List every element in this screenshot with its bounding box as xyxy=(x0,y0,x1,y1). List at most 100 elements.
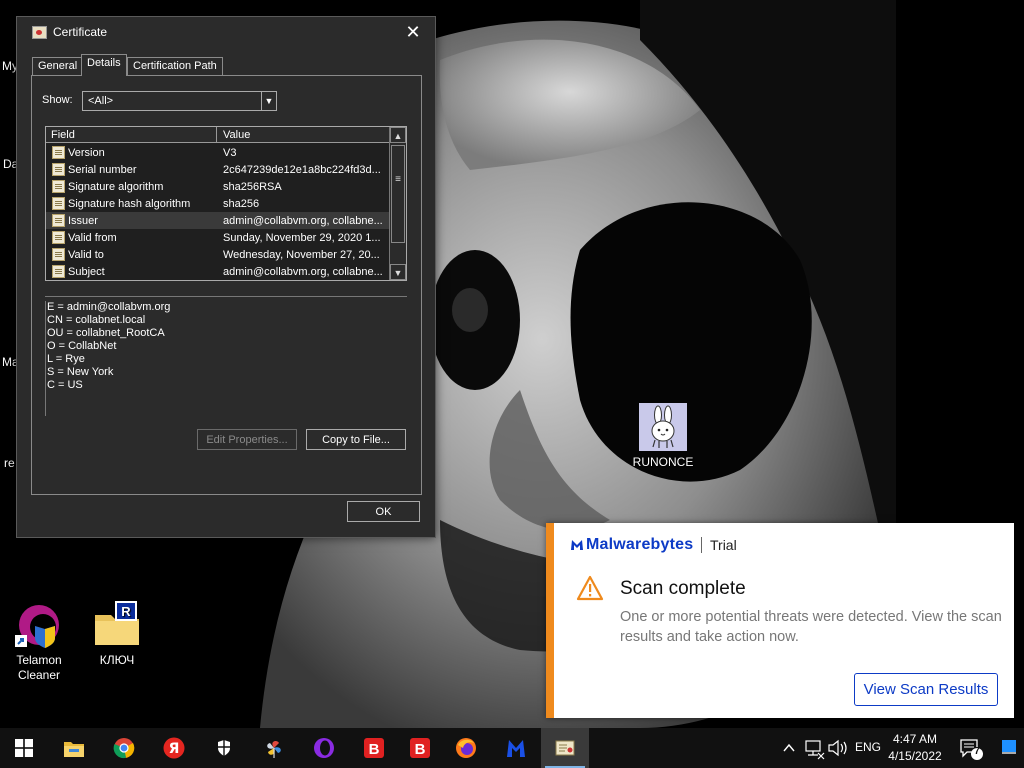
table-row[interactable]: Signature algorithm sha256RSA xyxy=(46,178,389,195)
row-value: admin@collabvm.org, collabne... xyxy=(223,266,383,278)
taskbar-brave[interactable]: B xyxy=(350,728,398,768)
taskbar-security-shield[interactable] xyxy=(200,728,248,768)
yandex-browser-icon: Я xyxy=(163,737,185,759)
field-detail-text[interactable]: E = admin@collabvm.org CN = collabnet.lo… xyxy=(45,301,407,416)
field-icon xyxy=(52,214,65,227)
table-row-selected[interactable]: Issuer admin@collabvm.org, collabne... xyxy=(46,212,389,229)
show-dropdown-value: <All> xyxy=(88,95,114,107)
brave-red-b-icon: B xyxy=(410,738,430,758)
detail-line: L = Rye xyxy=(47,353,85,365)
row-value: 2c647239de12e1a8bc224fd3d... xyxy=(223,164,381,176)
show-dropdown[interactable]: <All> ▼ xyxy=(82,91,277,111)
taskbar-yandex-browser[interactable]: Я xyxy=(150,728,198,768)
scroll-down-icon[interactable]: ▼ xyxy=(390,264,406,280)
vertical-scrollbar[interactable]: ▲ ≡ ▼ xyxy=(389,127,406,280)
desktop-icon-label: RUNONCE xyxy=(632,455,694,469)
chevron-up-icon xyxy=(783,743,795,752)
windows-logo-icon xyxy=(15,739,33,757)
taskbar: Я B B ENG 4:47 AM 4/15/2022 7 xyxy=(0,728,1024,768)
pinwheel-app-icon xyxy=(267,740,281,758)
brand-name: Malwarebytes xyxy=(586,536,694,553)
notification-count-badge: 7 xyxy=(974,746,980,757)
tray-network[interactable] xyxy=(802,728,826,768)
tab-general[interactable]: General xyxy=(32,57,84,75)
field-list[interactable]: Field Value Version V3 Serial number 2c6… xyxy=(45,126,407,281)
table-row[interactable]: Serial number 2c647239de12e1a8bc224fd3d.… xyxy=(46,161,389,178)
taskbar-certificate[interactable] xyxy=(541,728,589,768)
detail-line: O = CollabNet xyxy=(47,340,117,352)
toast-message: One or more potential threats were detec… xyxy=(620,609,1002,645)
taskbar-file-explorer[interactable] xyxy=(50,728,98,768)
clock[interactable]: 4:47 AM 4/15/2022 xyxy=(884,731,946,765)
taskbar-malwarebytes[interactable] xyxy=(492,728,540,768)
desktop-icon-telamon-cleaner[interactable]: Telamon Cleaner xyxy=(0,601,79,683)
certificate-dialog: Certificate ✕ General Details Certificat… xyxy=(16,16,436,538)
row-value: Sunday, November 29, 2020 1... xyxy=(223,232,381,244)
brave-red-b-icon: B xyxy=(364,738,384,758)
field-icon xyxy=(52,163,65,176)
taskbar-brave-2[interactable]: B xyxy=(396,728,444,768)
dialog-titlebar[interactable]: Certificate ✕ xyxy=(17,17,435,47)
taskbar-firefox[interactable] xyxy=(442,728,490,768)
row-field: Signature algorithm xyxy=(68,181,164,193)
scroll-up-icon[interactable]: ▲ xyxy=(390,127,406,143)
volume-icon xyxy=(828,739,847,757)
taskbar-chrome[interactable] xyxy=(100,728,148,768)
tab-details[interactable]: Details xyxy=(81,54,127,76)
row-field: Serial number xyxy=(68,164,137,176)
details-tab-panel: Show: <All> ▼ Field Value Version V3 Ser… xyxy=(31,75,422,495)
detail-line: OU = collabnet_RootCA xyxy=(47,327,165,339)
desktop-icon-runonce[interactable]: RUNONCE xyxy=(623,403,703,470)
taskbar-pinwheel-app[interactable] xyxy=(250,728,298,768)
edit-properties-button[interactable]: Edit Properties... xyxy=(197,429,297,450)
certificate-icon xyxy=(32,26,47,39)
chevron-down-icon[interactable]: ▼ xyxy=(261,92,276,110)
file-explorer-icon xyxy=(64,742,84,757)
tray-volume[interactable] xyxy=(826,728,850,768)
field-icon xyxy=(52,248,65,261)
clock-date: 4/15/2022 xyxy=(888,749,942,763)
svg-text:B: B xyxy=(369,741,380,758)
row-value: Wednesday, November 27, 20... xyxy=(223,249,380,261)
security-shield-icon xyxy=(218,740,230,756)
malwarebytes-icon xyxy=(507,740,525,757)
column-header-value[interactable]: Value xyxy=(218,127,388,143)
column-header-field[interactable]: Field xyxy=(46,127,217,143)
table-header: Field Value xyxy=(46,127,389,143)
table-row[interactable]: Version V3 xyxy=(46,144,389,161)
table-row[interactable]: Subject admin@collabvm.org, collabne... xyxy=(46,263,389,280)
copy-to-file-button[interactable]: Copy to File... xyxy=(306,429,406,450)
table-row[interactable]: Valid from Sunday, November 29, 2020 1..… xyxy=(46,229,389,246)
action-center-button[interactable]: 7 xyxy=(958,737,984,761)
svg-text:B: B xyxy=(415,741,426,758)
detail-line: E = admin@collabvm.org xyxy=(47,301,171,313)
edition-label: Trial xyxy=(710,537,737,553)
start-button[interactable] xyxy=(0,728,48,768)
close-button[interactable]: ✕ xyxy=(403,22,423,43)
tray-overflow[interactable] xyxy=(778,728,800,768)
table-row[interactable]: Signature hash algorithm sha256 xyxy=(46,195,389,212)
malwarebytes-logo-icon xyxy=(571,540,583,550)
field-icon xyxy=(52,146,65,159)
table-row[interactable]: Valid to Wednesday, November 27, 20... xyxy=(46,246,389,263)
row-field: Subject xyxy=(68,266,105,278)
svg-text:R: R xyxy=(121,604,131,619)
view-scan-results-button[interactable]: View Scan Results xyxy=(854,673,998,706)
scroll-thumb[interactable]: ≡ xyxy=(391,145,405,243)
desktop-icon-kluch[interactable]: R КЛЮЧ xyxy=(77,601,157,668)
ok-button[interactable]: OK xyxy=(347,501,420,522)
row-field: Valid from xyxy=(68,232,117,244)
chrome-icon xyxy=(113,738,135,759)
language-indicator[interactable]: ENG xyxy=(855,740,881,768)
show-desktop-button[interactable] xyxy=(1000,736,1018,760)
row-field: Version xyxy=(68,147,105,159)
taskbar-opera[interactable] xyxy=(300,728,348,768)
malwarebytes-notification[interactable]: Malwarebytes Trial Scan complete One or … xyxy=(546,523,1014,718)
dialog-title: Certificate xyxy=(53,25,108,39)
svg-text:Я: Я xyxy=(169,741,180,757)
divider xyxy=(701,537,702,553)
row-value: sha256RSA xyxy=(223,181,282,193)
warning-icon xyxy=(576,575,604,601)
tab-certification-path[interactable]: Certification Path xyxy=(127,57,223,75)
show-label: Show: xyxy=(42,94,73,106)
